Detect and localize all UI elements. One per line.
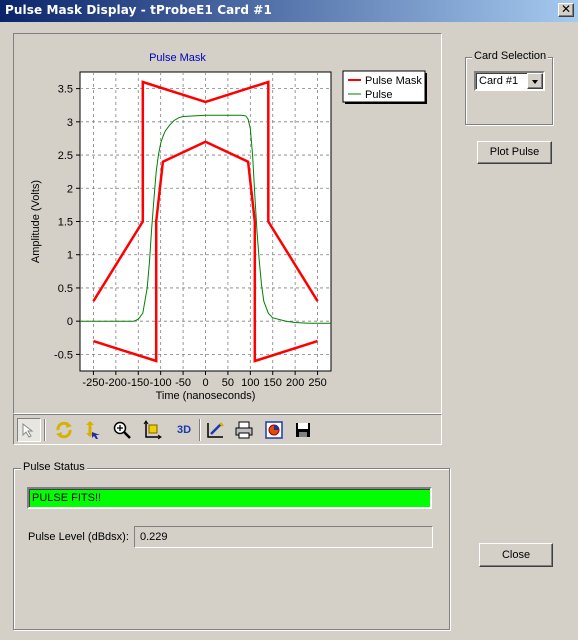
window-close-button[interactable]: ✕ — [558, 3, 574, 17]
legend-label: Pulse — [365, 89, 393, 101]
save-icon[interactable] — [291, 418, 315, 442]
y-tick-label: 1.5 — [58, 217, 73, 229]
3d-toggle-icon[interactable]: 3D — [172, 418, 196, 442]
pan-icon[interactable] — [80, 418, 104, 442]
y-tick-label: 3 — [67, 117, 73, 129]
y-tick-label: 2 — [67, 183, 73, 195]
card-selection-group — [465, 57, 553, 125]
select-arrow-icon[interactable] — [17, 418, 41, 442]
pulse-fit-result: PULSE FITS!! — [27, 487, 432, 509]
3d-toggle-label: 3D — [176, 424, 192, 436]
x-tick-label: -250 — [82, 377, 104, 389]
chart-panel: -250 -200 -150 -100 -50 0 50 100 150 200 250 -0.5 0 0… — [13, 33, 442, 414]
pulse-mask-chart: -250 -200 -150 -100 -50 0 50 100 150 200 250 -0.5 0 0… — [30, 52, 427, 402]
y-tick-label: 3.5 — [58, 84, 73, 96]
pulse-level-label: Pulse Level (dBdsx): — [28, 531, 129, 543]
y-tick-label: -0.5 — [54, 349, 73, 361]
export-icon[interactable] — [262, 418, 286, 442]
window-title: Pulse Mask Display - tProbeE1 Card #1 — [5, 3, 272, 17]
x-tick-label: 150 — [264, 377, 282, 389]
x-tick-label: 250 — [308, 377, 326, 389]
x-tick-label: -100 — [150, 377, 172, 389]
pulse-mask-window: Pulse Mask Display - tProbeE1 Card #1 ✕ … — [0, 0, 578, 640]
close-button[interactable]: Close — [479, 543, 553, 567]
axis-scale-icon[interactable] — [140, 418, 164, 442]
y-tick-label: 2.5 — [58, 150, 73, 162]
y-tick-label: 0.5 — [58, 283, 73, 295]
card-select-dropdown[interactable]: Card #1 — [474, 71, 545, 91]
print-icon[interactable] — [232, 418, 256, 442]
x-tick-label: 100 — [241, 377, 259, 389]
pulse-status-label: Pulse Status — [21, 461, 87, 473]
y-axis-label: Amplitude (Volts) — [30, 180, 42, 263]
rotate-icon[interactable] — [52, 418, 76, 442]
pulse-level-value: 0.229 — [134, 526, 433, 548]
y-tick-label: 1 — [67, 250, 73, 262]
chevron-down-icon[interactable] — [527, 73, 543, 89]
x-tick-label: -200 — [105, 377, 127, 389]
card-selection-label: Card Selection — [472, 50, 549, 62]
x-tick-label: 50 — [222, 377, 234, 389]
card-select-value: Card #1 — [479, 75, 519, 87]
plot-pulse-button[interactable]: Plot Pulse — [477, 141, 552, 164]
chart-title: Pulse Mask — [149, 52, 206, 64]
zoom-icon[interactable] — [110, 418, 134, 442]
chart-toolbar: 3D — [13, 414, 442, 445]
title-bar[interactable]: Pulse Mask Display - tProbeE1 Card #1 ✕ — [0, 0, 578, 22]
x-tick-label: -50 — [175, 377, 191, 389]
x-tick-label: 200 — [286, 377, 304, 389]
x-tick-label: 0 — [202, 377, 208, 389]
x-axis-label: Time (nanoseconds) — [156, 390, 256, 402]
legend-label: Pulse Mask — [365, 75, 422, 87]
x-tick-label: -150 — [127, 377, 149, 389]
edit-chart-icon[interactable] — [203, 418, 227, 442]
y-tick-label: 0 — [67, 316, 73, 328]
